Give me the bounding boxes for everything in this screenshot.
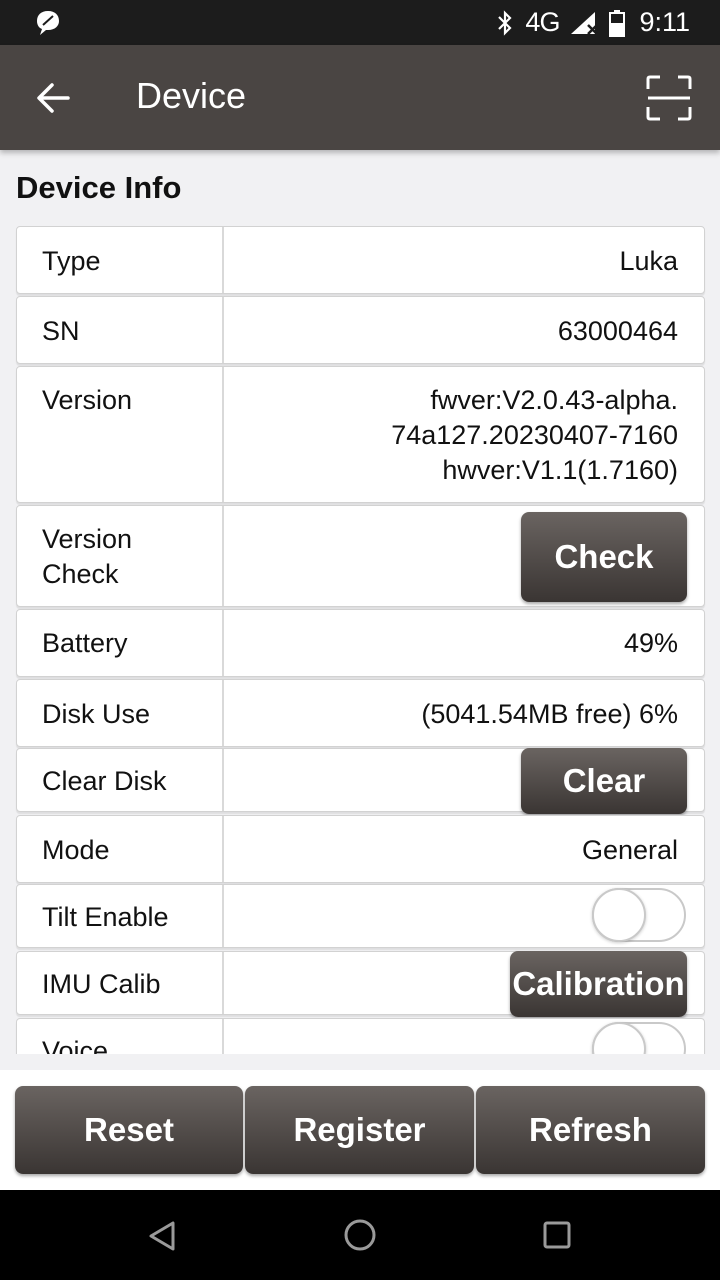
row-sn: SN 63000464 <box>16 296 705 364</box>
app-bar: Device <box>0 45 720 150</box>
row-version: Version fwver:V2.0.43-alpha. 74a127.2023… <box>16 366 705 503</box>
column-divider <box>222 749 224 811</box>
column-divider <box>222 680 224 746</box>
calibration-button[interactable]: Calibration <box>510 951 687 1017</box>
row-value: 49% <box>623 628 678 658</box>
row-type: Type Luka <box>16 226 705 294</box>
column-divider <box>222 610 224 676</box>
bottom-action-bar: Reset Register Refresh <box>0 1070 720 1190</box>
toggle-knob <box>592 888 646 942</box>
row-disk-use: Disk Use (5041.54MB free) 6% <box>16 679 705 747</box>
row-value: General <box>581 835 678 865</box>
reset-button[interactable]: Reset <box>15 1086 243 1174</box>
row-label: Type <box>42 246 101 276</box>
hardware-version: hwver:V1.1(1.7160) <box>442 455 678 485</box>
network-type: 4G <box>525 7 560 37</box>
column-divider <box>222 952 224 1014</box>
refresh-button[interactable]: Refresh <box>476 1086 705 1174</box>
row-label: Mode <box>42 835 110 865</box>
row-label: Tilt Enable <box>42 902 169 932</box>
scan-icon[interactable] <box>646 75 692 121</box>
row-value: Luka <box>619 246 678 276</box>
status-bar: 4G 9:11 <box>0 0 720 45</box>
bluetooth-icon <box>498 9 512 36</box>
row-value: (5041.54MB free) 6% <box>421 699 678 729</box>
row-label: Version <box>42 385 133 415</box>
navigation-bar <box>0 1190 720 1280</box>
row-label: Clear Disk <box>42 766 167 796</box>
row-mode: Mode General <box>16 815 705 883</box>
clear-button[interactable]: Clear <box>521 748 687 814</box>
row-label: Disk Use <box>42 699 151 729</box>
firmware-version: fwver:V2.0.43-alpha. <box>430 385 678 415</box>
row-label: SN <box>42 316 80 346</box>
row-label: Voice <box>42 1036 109 1054</box>
home-nav-icon[interactable] <box>343 1218 377 1252</box>
column-divider <box>222 885 224 947</box>
column-divider <box>222 1019 224 1054</box>
row-value: fwver:V2.0.43-alpha. 74a127.20230407-716… <box>391 383 678 488</box>
row-imu-calib: IMU Calib Calibration <box>16 951 705 1017</box>
recents-nav-icon[interactable] <box>543 1221 571 1249</box>
voice-toggle[interactable] <box>592 1022 686 1054</box>
page-title: Device <box>136 75 247 116</box>
column-divider <box>222 816 224 882</box>
row-value: 63000464 <box>557 316 678 346</box>
column-divider <box>222 297 224 363</box>
row-label: Version Check <box>42 522 217 592</box>
row-clear-disk: Clear Disk Clear <box>16 748 705 814</box>
column-divider <box>222 506 224 606</box>
clock: 9:11 <box>639 7 690 37</box>
tilt-enable-toggle[interactable] <box>592 888 686 942</box>
register-button[interactable]: Register <box>245 1086 474 1174</box>
row-battery: Battery 49% <box>16 609 705 677</box>
row-label: IMU Calib <box>42 969 161 999</box>
device-info-list[interactable]: Type Luka SN 63000464 Version fwver:V2.0… <box>0 226 720 1054</box>
row-version-check: Version Check Check <box>16 505 705 607</box>
row-label: Battery <box>42 628 128 658</box>
column-divider <box>222 367 224 502</box>
back-arrow-icon[interactable] <box>34 79 72 117</box>
battery-icon <box>609 9 626 37</box>
notification-icon <box>37 11 59 35</box>
signal-icon <box>571 11 599 35</box>
status-icons: 4G 9:11 <box>495 0 690 45</box>
check-button[interactable]: Check <box>521 512 687 602</box>
label-line: Version <box>42 524 133 554</box>
row-tilt-enable: Tilt Enable <box>16 884 705 948</box>
label-line: Check <box>42 559 119 589</box>
firmware-build: 74a127.20230407-7160 <box>391 420 678 450</box>
back-nav-icon[interactable] <box>146 1220 178 1252</box>
row-voice: Voice <box>16 1018 705 1054</box>
column-divider <box>222 227 224 293</box>
section-title: Device Info <box>16 170 182 205</box>
